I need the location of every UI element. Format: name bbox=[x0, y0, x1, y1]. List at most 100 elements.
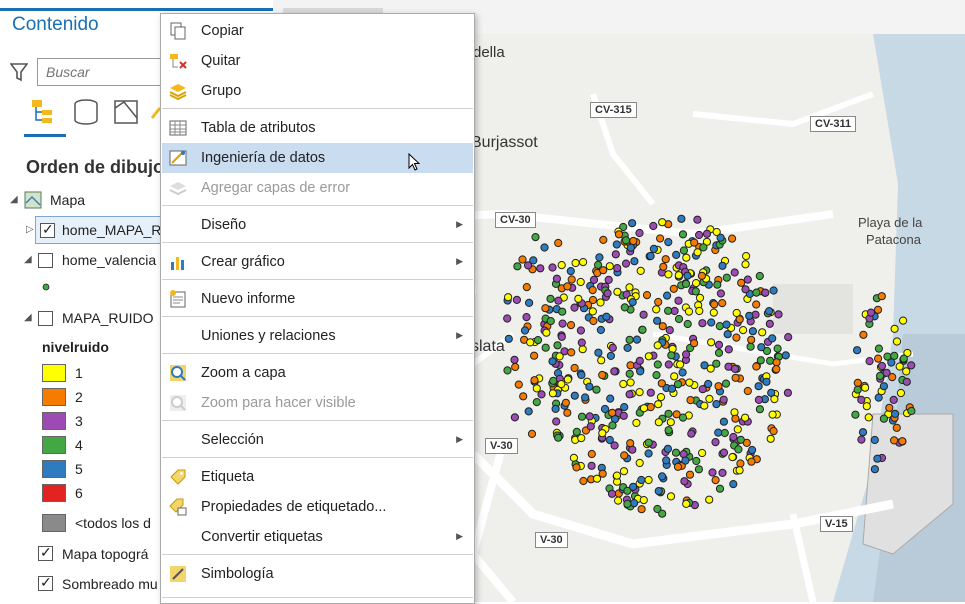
menu-label: Uniones y relaciones bbox=[201, 328, 336, 344]
menu-label: Crear gráfico bbox=[201, 254, 285, 270]
pane-title: Contenido bbox=[12, 14, 99, 35]
menu-separator bbox=[162, 316, 473, 317]
road-shield: V-30 bbox=[535, 532, 568, 548]
layer1-visibility-checkbox[interactable] bbox=[40, 221, 55, 238]
layer1-label[interactable]: home_MAPA_R bbox=[62, 222, 161, 238]
menu-label: Zoom para hacer visible bbox=[201, 395, 356, 411]
menu-item-joins-relates[interactable]: Uniones y relaciones ▶ bbox=[162, 321, 473, 351]
remove-layer-icon bbox=[170, 54, 187, 69]
menu-item-labeling-properties[interactable]: Propiedades de etiquetado... bbox=[162, 492, 473, 522]
menu-label: Nuevo informe bbox=[201, 291, 296, 307]
chart-icon bbox=[171, 257, 184, 270]
menu-label: Selección bbox=[201, 432, 264, 448]
list-by-source-icon[interactable] bbox=[72, 98, 102, 126]
menu-separator bbox=[162, 420, 473, 421]
menu-item-convert-labels[interactable]: Convertir etiquetas ▶ bbox=[162, 522, 473, 552]
mouse-cursor-icon bbox=[408, 153, 421, 171]
legend-label-5: 5 bbox=[75, 461, 83, 477]
layer3-label[interactable]: MAPA_RUIDO bbox=[62, 310, 154, 326]
collapse-arrow-icon[interactable]: ◢ bbox=[24, 254, 32, 265]
list-by-selection-icon[interactable] bbox=[112, 98, 142, 126]
legend-label-other: <todos los d bbox=[75, 515, 151, 531]
menu-separator bbox=[162, 353, 473, 354]
menu-label: Etiqueta bbox=[201, 469, 255, 485]
menu-item-selection[interactable]: Selección ▶ bbox=[162, 425, 473, 455]
menu-item-copy[interactable]: Copiar bbox=[162, 16, 473, 46]
search-input[interactable] bbox=[37, 58, 167, 86]
legend-swatch-2[interactable] bbox=[42, 388, 66, 406]
list-by-drawing-order-icon[interactable] bbox=[30, 98, 60, 126]
add-error-layers-icon bbox=[169, 182, 187, 196]
road-shield: CV-30 bbox=[495, 212, 536, 228]
zoom-to-layer-icon bbox=[170, 365, 186, 381]
place-label-playa: Playa de la bbox=[858, 215, 923, 230]
menu-separator bbox=[162, 242, 473, 243]
legend-swatch-6[interactable] bbox=[42, 484, 66, 502]
legend-label-3: 3 bbox=[75, 413, 83, 429]
menu-label: Simbología bbox=[201, 566, 274, 582]
menu-item-create-chart[interactable]: Crear gráfico ▶ bbox=[162, 247, 473, 277]
menu-label: Convertir etiquetas bbox=[201, 529, 323, 545]
group-layers-icon bbox=[169, 84, 187, 101]
menu-item-symbology[interactable]: Simbología bbox=[162, 559, 473, 589]
expand-arrow-icon[interactable]: ▷ bbox=[26, 224, 34, 235]
place-label-patacona: Patacona bbox=[866, 232, 921, 247]
menu-item-design[interactable]: Diseño ▶ bbox=[162, 210, 473, 240]
basemap1-visibility-checkbox[interactable] bbox=[38, 544, 53, 561]
menu-label: Zoom a capa bbox=[201, 365, 286, 381]
basemap2-label[interactable]: Sombreado mu bbox=[62, 576, 158, 592]
labeling-properties-icon bbox=[169, 498, 187, 516]
legend-swatch-other[interactable] bbox=[42, 514, 66, 532]
menu-separator bbox=[162, 108, 473, 109]
legend-swatch-3[interactable] bbox=[42, 412, 66, 430]
list-tab-indicator bbox=[24, 134, 66, 137]
menu-item-label[interactable]: Etiqueta bbox=[162, 462, 473, 492]
place-label-burjassot: Burjassot bbox=[471, 134, 538, 151]
noise-points-layer bbox=[503, 214, 916, 518]
filter-icon[interactable] bbox=[10, 62, 28, 82]
menu-separator bbox=[162, 457, 473, 458]
menu-item-new-report[interactable]: Nuevo informe bbox=[162, 284, 473, 314]
menu-item-add-error-layers: Agregar capas de error bbox=[162, 173, 473, 203]
legend-swatch-4[interactable] bbox=[42, 436, 66, 454]
basemap2-visibility-checkbox[interactable] bbox=[38, 574, 53, 591]
legend-label-2: 2 bbox=[75, 389, 83, 405]
submenu-arrow-icon: ▶ bbox=[456, 531, 463, 541]
menu-item-group[interactable]: Grupo bbox=[162, 76, 473, 106]
zoom-to-visible-icon bbox=[170, 395, 186, 411]
menu-label: Tabla de atributos bbox=[201, 120, 316, 136]
legend-swatch-1[interactable] bbox=[42, 364, 66, 382]
symbology-icon bbox=[170, 566, 186, 582]
layer2-visibility-checkbox[interactable] bbox=[38, 253, 53, 268]
submenu-arrow-icon: ▶ bbox=[456, 330, 463, 340]
legend-label-4: 4 bbox=[75, 437, 83, 453]
data-engineering-icon bbox=[169, 150, 187, 166]
submenu-arrow-icon: ▶ bbox=[456, 256, 463, 266]
table-icon bbox=[169, 120, 187, 136]
menu-label: Copiar bbox=[201, 23, 244, 39]
menu-separator bbox=[162, 597, 473, 598]
draw-order-heading: Orden de dibujo bbox=[26, 157, 164, 177]
report-icon bbox=[170, 290, 186, 308]
collapse-arrow-icon[interactable]: ◢ bbox=[24, 312, 32, 323]
basemap1-label[interactable]: Mapa topográ bbox=[62, 546, 148, 562]
label-icon bbox=[170, 469, 186, 485]
menu-item-zoom-to-layer[interactable]: Zoom a capa bbox=[162, 358, 473, 388]
legend-swatch-5[interactable] bbox=[42, 460, 66, 478]
collapse-arrow-icon[interactable]: ◢ bbox=[10, 194, 18, 205]
menu-item-attribute-table[interactable]: Tabla de atributos bbox=[162, 113, 473, 143]
pane-tab-indicator bbox=[0, 8, 273, 11]
road-shield: V-30 bbox=[485, 438, 518, 454]
menu-item-remove[interactable]: Quitar bbox=[162, 46, 473, 76]
menu-label: Diseño bbox=[201, 217, 247, 233]
menu-label: Grupo bbox=[201, 83, 242, 99]
layer3-visibility-checkbox[interactable] bbox=[38, 311, 53, 326]
menu-item-zoom-to-visible: Zoom para hacer visible bbox=[162, 388, 473, 418]
copy-icon bbox=[170, 22, 186, 40]
menu-item-data-engineering[interactable]: Ingeniería de datos bbox=[162, 143, 473, 173]
map-node-label[interactable]: Mapa bbox=[50, 192, 85, 208]
road-shield: CV-315 bbox=[590, 102, 637, 118]
point-symbol-icon bbox=[42, 283, 50, 291]
road-shield: CV-311 bbox=[810, 116, 857, 132]
layer2-label[interactable]: home_valencia bbox=[62, 252, 156, 268]
